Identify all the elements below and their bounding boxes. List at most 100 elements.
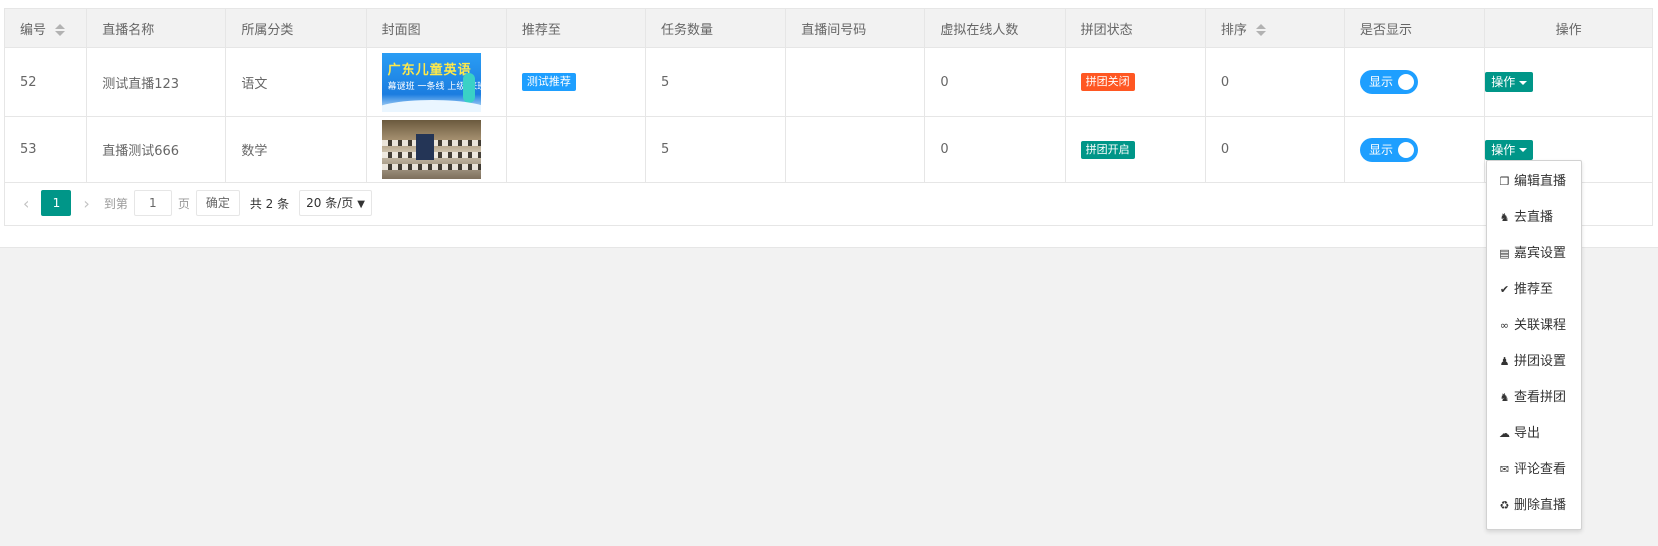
col-group-status: 拼团状态 [1064, 8, 1206, 48]
toggle-knob [1398, 74, 1415, 90]
cell-room [785, 47, 926, 117]
comment-icon: ✉ [1499, 463, 1510, 476]
sort-icon[interactable] [55, 24, 66, 36]
cell-room [785, 116, 926, 183]
col-name: 直播名称 [86, 8, 227, 48]
cell-group-status: 拼团关闭 [1064, 47, 1206, 117]
page-size-select[interactable]: 20 条/页 ▼ [299, 190, 372, 216]
cell-sort: 0 [1204, 47, 1346, 117]
menu-item-view-comments[interactable]: ✉ 评论查看 [1487, 452, 1581, 488]
menu-item-label: 删除直播 [1514, 498, 1567, 513]
prev-page-icon[interactable]: ‹ [15, 194, 37, 213]
menu-item-edit-live[interactable]: ❐ 编辑直播 [1487, 164, 1581, 200]
cell-cover [365, 116, 507, 183]
total-count: 共 2 条 [249, 196, 290, 211]
col-id[interactable]: 编号 [3, 8, 88, 48]
table-panel: 编号 直播名称 所属分类 封面图 推荐至 任务数量 直播间号码 虚拟在线人数 拼… [0, 0, 1658, 248]
col-cover: 封面图 [365, 8, 507, 48]
goto-confirm-button[interactable]: 确定 [195, 190, 240, 216]
next-page-icon[interactable]: › [75, 194, 97, 213]
joystick-icon: ♞ [1499, 211, 1510, 224]
cell-group-status: 拼团开启 [1064, 116, 1206, 183]
menu-item-export[interactable]: ☁ 导出 [1487, 416, 1581, 452]
copy-icon: ❐ [1499, 175, 1510, 188]
menu-item-group-settings[interactable]: ♟ 拼团设置 [1487, 344, 1581, 380]
menu-item-label: 评论查看 [1514, 462, 1567, 477]
cloud-download-icon: ☁ [1499, 427, 1510, 440]
group-status-badge: 拼团关闭 [1080, 73, 1135, 91]
cell-category: 语文 [225, 47, 367, 117]
cell-show: 显示 [1344, 47, 1486, 117]
menu-item-label: 编辑直播 [1514, 174, 1567, 189]
cover-wave [381, 99, 481, 112]
actions-dropdown-button[interactable]: 操作 [1485, 72, 1534, 92]
col-tasks: 任务数量 [645, 8, 787, 48]
cover-figure [462, 72, 475, 103]
menu-item-label: 嘉宾设置 [1514, 246, 1567, 261]
menu-item-label: 关联课程 [1514, 318, 1567, 333]
dropdown-arrow-icon: ▼ [357, 199, 365, 210]
goto-page-input[interactable]: 1 [133, 190, 172, 216]
cell-tasks: 5 [645, 116, 787, 183]
menu-item-recommend[interactable]: ✔ 推荐至 [1487, 272, 1581, 308]
toggle-knob [1398, 141, 1415, 158]
cell-category: 数学 [225, 116, 367, 183]
cell-recommend [505, 116, 647, 183]
col-sort[interactable]: 排序 [1204, 8, 1346, 48]
menu-item-label: 去直播 [1514, 210, 1554, 225]
cell-cover: 广东儿童英语 幕谜班 一条线 上级 来班 [365, 47, 507, 117]
table-header-row: 编号 直播名称 所属分类 封面图 推荐至 任务数量 直播间号码 虚拟在线人数 拼… [3, 8, 1653, 48]
show-toggle-label: 显示 [1369, 75, 1394, 89]
col-room: 直播间号码 [785, 8, 926, 48]
cell-online: 0 [924, 116, 1066, 183]
col-id-label: 编号 [20, 22, 47, 38]
menu-item-label: 拼团设置 [1514, 354, 1567, 369]
col-sort-label: 排序 [1220, 22, 1247, 38]
page-label: 页 [177, 196, 190, 211]
goto-label: 到第 [103, 196, 128, 211]
actions-dropdown-button[interactable]: 操作 [1485, 139, 1534, 160]
cover-title: 广东儿童英语 [387, 62, 472, 78]
table-row: 53 直播测试666 数学 5 0 拼团开启 0 显示 操作 [3, 116, 1653, 183]
show-toggle[interactable]: 显示 [1360, 137, 1419, 162]
col-online: 虚拟在线人数 [924, 8, 1066, 48]
joystick-icon: ♞ [1499, 391, 1510, 404]
cell-show: 显示 [1344, 116, 1486, 183]
cover-image[interactable]: 广东儿童英语 幕谜班 一条线 上级 来班 [381, 52, 481, 112]
menu-item-view-group[interactable]: ♞ 查看拼团 [1487, 380, 1581, 416]
recommend-badge: 测试推荐 [521, 73, 576, 91]
actions-menu: ❐ 编辑直播 ♞ 去直播 ▤ 嘉宾设置 ✔ 推荐至 ∞ 关联课程 ♟ 拼团设置 ♞ 查看拼团 … [1486, 160, 1582, 530]
cover-image[interactable] [381, 120, 481, 179]
col-recommend: 推荐至 [505, 8, 647, 48]
page-size-value: 20 条/页 [306, 196, 354, 210]
cell-actions: 操作 [1484, 47, 1653, 117]
live-table: 编号 直播名称 所属分类 封面图 推荐至 任务数量 直播间号码 虚拟在线人数 拼… [3, 8, 1653, 183]
menu-item-go-live[interactable]: ♞ 去直播 [1487, 200, 1581, 236]
cell-name: 测试直播123 [86, 47, 227, 117]
caret-down-icon [1519, 148, 1528, 152]
menu-item-guest-settings[interactable]: ▤ 嘉宾设置 [1487, 236, 1581, 272]
actions-button-label: 操作 [1491, 75, 1516, 89]
show-toggle-label: 显示 [1369, 142, 1394, 157]
cover-pattern [381, 164, 481, 170]
menu-item-label: 推荐至 [1514, 282, 1554, 297]
menu-item-delete-live[interactable]: ♻ 删除直播 [1487, 488, 1581, 524]
col-show: 是否显示 [1344, 8, 1486, 48]
cell-id: 52 [3, 47, 88, 117]
group-status-badge: 拼团开启 [1080, 140, 1135, 159]
col-actions: 操作 [1484, 8, 1653, 48]
col-category: 所属分类 [225, 8, 367, 48]
trash-icon: ♻ [1499, 499, 1510, 512]
id-card-icon: ▤ [1499, 247, 1510, 260]
cell-recommend: 测试推荐 [505, 47, 647, 117]
cover-screen [415, 134, 434, 160]
actions-button-label: 操作 [1491, 142, 1516, 157]
check-circle-icon: ✔ [1499, 283, 1510, 296]
menu-item-label: 导出 [1514, 426, 1541, 441]
sort-icon[interactable] [1255, 24, 1266, 36]
show-toggle[interactable]: 显示 [1360, 70, 1419, 94]
current-page[interactable]: 1 [41, 190, 72, 216]
cell-name: 直播测试666 [86, 116, 227, 183]
link-icon: ∞ [1499, 319, 1510, 332]
menu-item-link-course[interactable]: ∞ 关联课程 [1487, 308, 1581, 344]
